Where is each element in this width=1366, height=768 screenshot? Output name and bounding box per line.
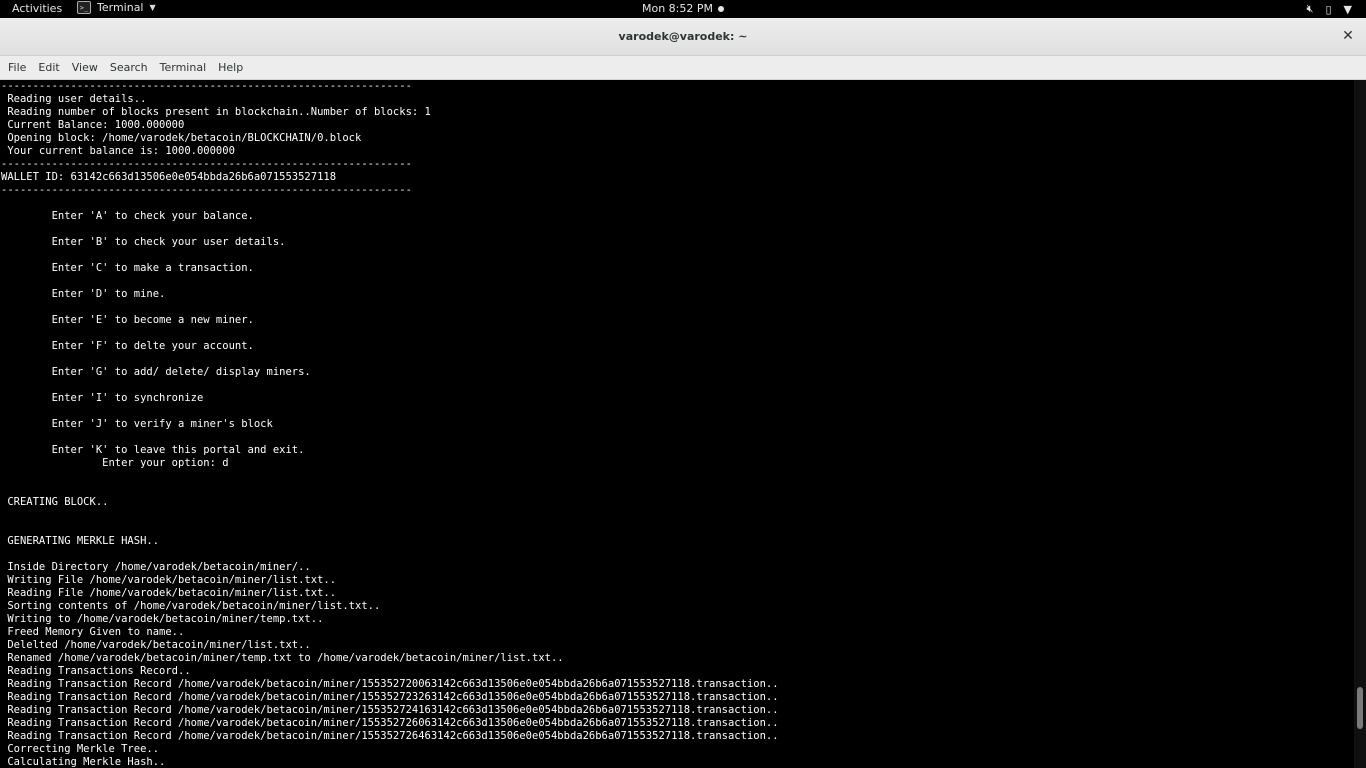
terminal-line: Freed Memory Given to name.. xyxy=(1,626,185,638)
terminal-line: Reading Transaction Record /home/varodek… xyxy=(1,691,779,703)
terminal-line: Enter 'J' to verify a miner's block xyxy=(1,418,273,430)
activities-button[interactable]: Activities xyxy=(12,2,62,15)
menu-file[interactable]: File xyxy=(2,56,32,80)
terminal-line: Reading Transaction Record /home/varodek… xyxy=(1,678,779,690)
terminal-line: Enter your option: d xyxy=(1,457,229,469)
terminal-line: Reading number of blocks present in bloc… xyxy=(1,106,431,118)
notification-dot-icon xyxy=(718,5,724,12)
menu-terminal[interactable]: Terminal xyxy=(154,56,213,80)
terminal-line: Enter 'B' to check your user details. xyxy=(1,236,286,248)
terminal-line: Reading File /home/varodek/betacoin/mine… xyxy=(1,587,337,599)
chevron-down-icon: ▼ xyxy=(149,3,156,12)
terminal-line: Enter 'D' to mine. xyxy=(1,288,166,300)
terminal-line: ----------------------------------------… xyxy=(1,184,412,196)
terminal-line: Enter 'F' to delte your account. xyxy=(1,340,254,352)
volume-muted-icon[interactable]: 🔇︎ xyxy=(1307,2,1314,16)
terminal-line: Enter 'A' to check your balance. xyxy=(1,210,254,222)
terminal-line: Enter 'I' to synchronize xyxy=(1,392,204,404)
terminal-line: Your current balance is: 1000.000000 xyxy=(1,145,235,157)
system-tray[interactable]: 🔇︎ ▯ ▼ xyxy=(1307,2,1352,16)
terminal-line: Reading Transaction Record /home/varodek… xyxy=(1,717,779,729)
terminal-line: Reading user details.. xyxy=(1,93,147,105)
terminal-line: Inside Directory /home/varodek/betacoin/… xyxy=(1,561,311,573)
terminal-line: Reading Transaction Record /home/varodek… xyxy=(1,730,779,742)
menu-bar: File Edit View Search Terminal Help xyxy=(0,56,1366,80)
terminal-line: Opening block: /home/varodek/betacoin/BL… xyxy=(1,132,362,144)
app-name: Terminal xyxy=(97,1,144,14)
terminal-line: ----------------------------------------… xyxy=(1,158,412,170)
terminal-line: Enter 'K' to leave this portal and exit. xyxy=(1,444,305,456)
terminal-line: Delelted /home/varodek/betacoin/miner/li… xyxy=(1,639,311,651)
system-menu-caret-icon[interactable]: ▼ xyxy=(1344,3,1352,16)
menu-search[interactable]: Search xyxy=(104,56,154,80)
terminal-line: Reading Transactions Record.. xyxy=(1,665,191,677)
terminal-line: Calculating Merkle Hash.. xyxy=(1,756,166,768)
window-title-bar[interactable]: varodek@varodek: ~ ✕ xyxy=(0,18,1366,56)
terminal-line: ----------------------------------------… xyxy=(1,80,412,92)
battery-icon[interactable]: ▯ xyxy=(1325,3,1331,16)
terminal-line: WALLET ID: 63142c663d13506e0e054bbda26b6… xyxy=(1,171,337,183)
close-icon[interactable]: ✕ xyxy=(1340,28,1356,44)
terminal-line: Reading Transaction Record /home/varodek… xyxy=(1,704,779,716)
terminal-line: Sorting contents of /home/varodek/betaco… xyxy=(1,600,381,612)
menu-edit[interactable]: Edit xyxy=(32,56,65,80)
terminal-line: Correcting Merkle Tree.. xyxy=(1,743,160,755)
terminal-output[interactable]: ----------------------------------------… xyxy=(0,80,1354,768)
terminal-line: Current Balance: 1000.000000 xyxy=(1,119,185,131)
terminal-icon: >_ xyxy=(77,1,91,14)
clock-label: Mon 8:52 PM xyxy=(641,2,713,15)
app-menu[interactable]: >_ Terminal ▼ xyxy=(77,1,156,14)
terminal-line: Enter 'G' to add/ delete/ display miners… xyxy=(1,366,311,378)
terminal-line: Writing to /home/varodek/betacoin/miner/… xyxy=(1,613,324,625)
terminal-line: CREATING BLOCK.. xyxy=(1,496,109,508)
terminal-line: Enter 'E' to become a new miner. xyxy=(1,314,254,326)
terminal-line: Enter 'C' to make a transaction. xyxy=(1,262,254,274)
menu-help[interactable]: Help xyxy=(212,56,249,80)
menu-view[interactable]: View xyxy=(66,56,104,80)
terminal-line: Writing File /home/varodek/betacoin/mine… xyxy=(1,574,337,586)
scrollbar-thumb[interactable] xyxy=(1357,687,1363,729)
clock-button[interactable]: Mon 8:52 PM xyxy=(642,2,724,15)
window-title: varodek@varodek: ~ xyxy=(618,30,748,43)
terminal-scrollbar[interactable] xyxy=(1354,80,1366,768)
terminal-line: GENERATING MERKLE HASH.. xyxy=(1,535,160,547)
terminal-line: Renamed /home/varodek/betacoin/miner/tem… xyxy=(1,652,564,664)
terminal-lines: ----------------------------------------… xyxy=(1,80,779,768)
gnome-top-bar: Activities >_ Terminal ▼ Mon 8:52 PM 🔇︎ … xyxy=(0,0,1366,18)
